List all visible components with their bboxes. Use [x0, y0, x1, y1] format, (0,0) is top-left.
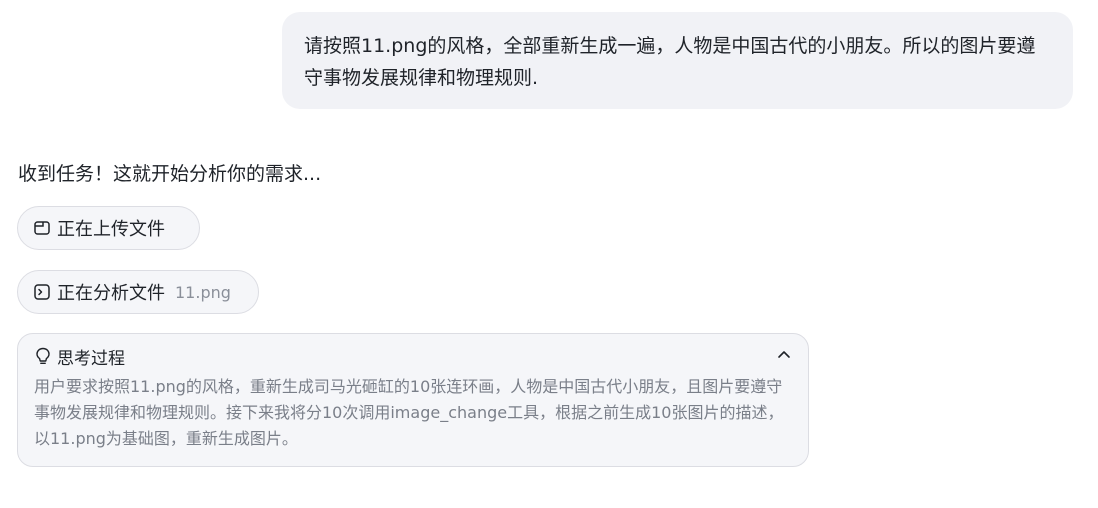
- terminal-icon: [33, 283, 51, 301]
- step-uploading-file[interactable]: 正在上传文件: [17, 206, 200, 250]
- step-label: 正在分析文件: [57, 283, 165, 304]
- thinking-title: 思考过程: [57, 348, 125, 369]
- lightbulb-icon: [34, 347, 52, 365]
- user-message-text: 请按照11.png的风格，全部重新生成一遍，人物是中国古代的小朋友。所以的图片要…: [304, 35, 1036, 89]
- step-filename: 11.png: [175, 282, 231, 302]
- step-analyzing-file[interactable]: 正在分析文件 11.png: [17, 270, 259, 314]
- assistant-reply: 收到任务！这就开始分析你的需求...: [18, 163, 322, 185]
- step-label: 正在上传文件: [57, 219, 165, 240]
- thinking-header[interactable]: 思考过程: [34, 344, 794, 369]
- file-icon: [33, 219, 51, 237]
- user-message-bubble: 请按照11.png的风格，全部重新生成一遍，人物是中国古代的小朋友。所以的图片要…: [282, 12, 1073, 109]
- thinking-panel: 思考过程 用户要求按照11.png的风格，重新生成司马光砸缸的10张连环画，人物…: [17, 333, 809, 467]
- chevron-up-icon[interactable]: [776, 346, 792, 362]
- thinking-body: 用户要求按照11.png的风格，重新生成司马光砸缸的10张连环画，人物是中国古代…: [34, 377, 784, 448]
